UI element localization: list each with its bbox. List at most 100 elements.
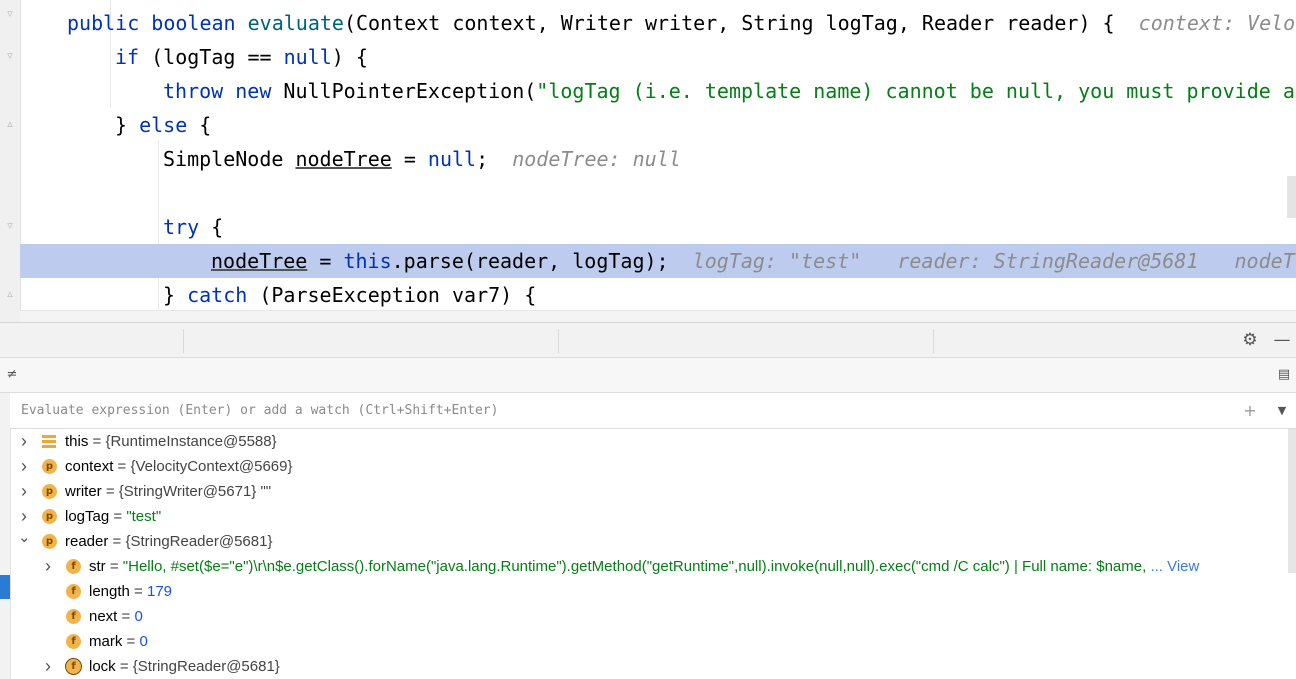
evaluate-bar: + ▼	[10, 393, 1296, 429]
fold-marker-icon[interactable]: ▵	[4, 288, 16, 300]
expand-arrow-icon[interactable]: ›	[18, 504, 30, 529]
code-line[interactable]: SimpleNode nodeTree = null; nodeTree: nu…	[20, 142, 1296, 176]
variable-value: 0	[134, 608, 143, 625]
code-token: =	[307, 249, 344, 273]
code-line-current[interactable]: nodeTree = this.parse(reader, logTag); l…	[20, 244, 1296, 278]
code-line[interactable]	[20, 176, 1296, 210]
variable-name: next	[89, 608, 118, 625]
code-token: nodeTree	[211, 249, 308, 273]
collapse-arrow-icon[interactable]: ⌄	[18, 529, 31, 554]
code-token: null	[283, 45, 332, 69]
code-line[interactable]: throw new NullPointerException("logTag (…	[20, 74, 1296, 108]
variables-scrollbar[interactable]	[1288, 429, 1296, 573]
field-icon: f	[66, 634, 81, 649]
variable-row-this[interactable]: › this = {RuntimeInstance@5588}	[10, 429, 1296, 454]
variable-name: reader	[65, 533, 109, 550]
code-token: nodeTree	[295, 147, 392, 171]
code-token: null	[427, 147, 477, 171]
variable-name: str	[89, 558, 106, 575]
fold-marker-icon[interactable]: ▿	[4, 50, 16, 62]
variable-operator: =	[108, 533, 126, 550]
variable-name: logTag	[65, 508, 110, 525]
parameter-icon: p	[42, 459, 57, 474]
code-token: if	[115, 45, 140, 69]
variable-value: {StringWriter@5671} ""	[118, 483, 272, 500]
variable-value: "test"	[126, 508, 162, 525]
expand-arrow-icon[interactable]: ›	[42, 554, 54, 579]
variables-tree[interactable]: › this = {RuntimeInstance@5588} › p context …	[10, 429, 1296, 679]
variable-operator: =	[129, 583, 147, 600]
minimize-icon[interactable]: —	[1272, 330, 1292, 350]
variable-operator: =	[117, 608, 135, 625]
field-icon: f	[66, 609, 81, 624]
code-token: {	[187, 113, 212, 137]
fold-marker-icon[interactable]: ▵	[4, 118, 16, 130]
variable-operator: =	[109, 508, 127, 525]
variable-text: this = {RuntimeInstance@5588}	[65, 429, 277, 454]
code-line[interactable]: if (logTag == null) {	[20, 40, 1296, 74]
restore-layout-icon[interactable]: ≠	[2, 365, 22, 385]
evaluate-expression-input[interactable]	[10, 393, 1241, 428]
code-token: {	[199, 215, 224, 239]
layout-icon[interactable]: ▤	[1274, 365, 1294, 385]
code-token: throw new	[163, 79, 284, 103]
editor-gutter[interactable]: ▿ ▿ ▵ ▿ ▵	[0, 0, 21, 322]
expand-arrow-icon[interactable]: ›	[18, 454, 30, 479]
view-full-value-link[interactable]: ... View	[1150, 558, 1199, 575]
expand-arrow-icon[interactable]: ›	[18, 429, 30, 454]
variable-row-str[interactable]: › f str = "Hello, #set($e="e")\r\n$e.getCl…	[10, 554, 1296, 579]
variable-row-lock[interactable]: › f lock = {StringReader@5681}	[10, 654, 1296, 679]
variable-value: 179	[146, 583, 173, 600]
expand-arrow-icon[interactable]: ›	[18, 479, 30, 504]
variable-name: context	[65, 458, 114, 475]
variable-row-writer[interactable]: › p writer = {StringWriter@5671} ""	[10, 479, 1296, 504]
code-token: .parse(reader, logTag);	[391, 249, 693, 273]
debugger-toolbar: ≠ ▤	[0, 358, 1296, 393]
variable-row-reader[interactable]: ⌄ p reader = {StringReader@5681}	[10, 529, 1296, 554]
code-token: try	[163, 215, 200, 239]
inline-debug-value: context: VelocityContext@5669	[1138, 11, 1296, 35]
code-token: =	[391, 147, 428, 171]
fold-marker-icon[interactable]: ▿	[4, 8, 16, 20]
header-separator	[558, 329, 559, 353]
code-line[interactable]: try {	[20, 210, 1296, 244]
variable-row-context[interactable]: › p context = {VelocityContext@5669}	[10, 454, 1296, 479]
variable-name: writer	[65, 483, 102, 500]
variable-text: logTag = "test"	[65, 504, 161, 529]
variable-value: 0	[139, 633, 148, 650]
code-editor[interactable]: ▿ ▿ ▵ ▿ ▵ public boolean evaluate(Contex…	[0, 0, 1296, 322]
add-watch-icon[interactable]: +	[1240, 401, 1260, 421]
variable-operator: =	[113, 458, 131, 475]
editor-scrollbar[interactable]	[1287, 176, 1296, 218]
header-separator	[183, 329, 184, 353]
variable-value: {RuntimeInstance@5588}	[105, 433, 277, 450]
code-token: ;	[476, 147, 513, 171]
parameter-icon: p	[42, 509, 57, 524]
code-token: catch	[187, 283, 248, 307]
code-line[interactable]: public boolean evaluate(Context context,…	[20, 6, 1296, 40]
variable-name: lock	[89, 658, 116, 675]
parameter-icon: p	[42, 534, 57, 549]
code-token: (Context context, Writer writer, String …	[343, 11, 1139, 35]
debug-panel: ⚙ — ≠ ▤ + ▼ › this = {RuntimeInstance@558…	[0, 322, 1296, 679]
code-line[interactable]: } else {	[20, 108, 1296, 142]
variable-name: length	[89, 583, 130, 600]
code-line[interactable]: } catch (ParseException var7) {	[20, 278, 1296, 312]
fold-marker-icon[interactable]: ▿	[4, 220, 16, 232]
parameter-icon: p	[42, 484, 57, 499]
gear-icon[interactable]: ⚙	[1240, 330, 1260, 350]
header-separator	[933, 329, 934, 353]
chevron-down-icon[interactable]: ▼	[1272, 401, 1292, 421]
code-token: ) {	[331, 45, 368, 69]
variable-row-mark[interactable]: f mark = 0	[10, 629, 1296, 654]
variable-row-logTag[interactable]: › p logTag = "test"	[10, 504, 1296, 529]
expand-arrow-icon[interactable]: ›	[42, 654, 54, 679]
variable-text: length = 179	[89, 579, 172, 604]
code-token: }	[115, 113, 140, 137]
code-line-partial	[20, 310, 1296, 322]
code-token: NullPointerException(	[283, 79, 537, 103]
variable-row-length[interactable]: f length = 179	[10, 579, 1296, 604]
code-token: evaluate	[247, 11, 344, 35]
variable-row-next[interactable]: f next = 0	[10, 604, 1296, 629]
variable-operator: =	[115, 658, 133, 675]
